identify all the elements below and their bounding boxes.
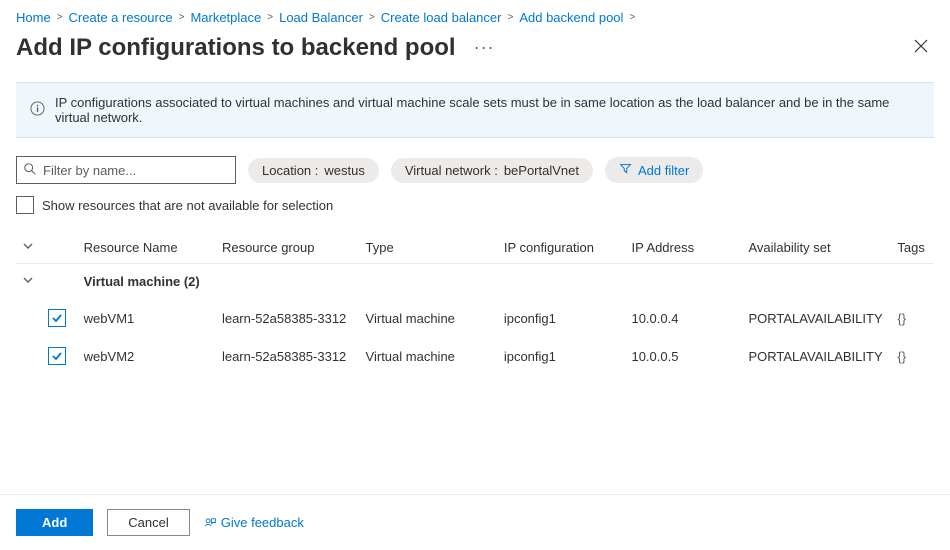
add-filter-button[interactable]: Add filter xyxy=(605,157,703,183)
more-menu-icon[interactable]: ··· xyxy=(466,37,503,58)
filter-search[interactable] xyxy=(16,156,236,184)
cell-name: webVM1 xyxy=(78,299,216,337)
filter-pill-location[interactable]: Location : westus xyxy=(248,158,379,183)
checkmark-icon xyxy=(51,312,63,324)
col-header-ipconfig[interactable]: IP configuration xyxy=(498,232,626,264)
chevron-right-icon: > xyxy=(179,12,185,23)
chevron-right-icon: > xyxy=(267,12,273,23)
col-header-name[interactable]: Resource Name xyxy=(78,232,216,264)
search-icon xyxy=(23,162,37,179)
info-text: IP configurations associated to virtual … xyxy=(55,95,920,125)
col-header-availset[interactable]: Availability set xyxy=(742,232,891,264)
breadcrumb: Home > Create a resource > Marketplace > Lo… xyxy=(0,0,950,29)
footer-bar: Add Cancel Give feedback xyxy=(0,494,950,550)
add-button[interactable]: Add xyxy=(16,509,93,536)
group-label: Virtual machine (2) xyxy=(78,264,934,300)
table-row[interactable]: webVM2 learn-52a58385-3312 Virtual machi… xyxy=(16,337,934,375)
breadcrumb-marketplace[interactable]: Marketplace xyxy=(190,10,261,25)
cell-ip: 10.0.0.5 xyxy=(625,337,742,375)
give-feedback-label: Give feedback xyxy=(221,515,304,530)
chevron-down-icon xyxy=(22,240,34,252)
breadcrumb-create-resource[interactable]: Create a resource xyxy=(69,10,173,25)
cell-ip: 10.0.0.4 xyxy=(625,299,742,337)
give-feedback-link[interactable]: Give feedback xyxy=(204,515,304,530)
cell-availset: PORTALAVAILABILITY xyxy=(742,337,891,375)
checkmark-icon xyxy=(51,350,63,362)
breadcrumb-load-balancer[interactable]: Load Balancer xyxy=(279,10,363,25)
info-icon xyxy=(30,101,45,119)
cell-rg: learn-52a58385-3312 xyxy=(216,299,360,337)
close-button[interactable] xyxy=(908,33,934,62)
filter-vnet-value: bePortalVnet xyxy=(504,163,579,178)
filter-pill-vnet[interactable]: Virtual network : bePortalVnet xyxy=(391,158,593,183)
col-header-rg[interactable]: Resource group xyxy=(216,232,360,264)
group-toggle[interactable] xyxy=(22,274,34,286)
cell-availset: PORTALAVAILABILITY xyxy=(742,299,891,337)
close-icon xyxy=(914,39,928,53)
breadcrumb-home[interactable]: Home xyxy=(16,10,51,25)
breadcrumb-create-lb[interactable]: Create load balancer xyxy=(381,10,502,25)
cell-rg: learn-52a58385-3312 xyxy=(216,337,360,375)
col-header-tags[interactable]: Tags xyxy=(891,232,934,264)
cell-type: Virtual machine xyxy=(360,337,498,375)
table-row[interactable]: webVM1 learn-52a58385-3312 Virtual machi… xyxy=(16,299,934,337)
cancel-button[interactable]: Cancel xyxy=(107,509,189,536)
group-row-vm[interactable]: Virtual machine (2) xyxy=(16,264,934,300)
expand-all-toggle[interactable] xyxy=(22,240,34,252)
page-title: Add IP configurations to backend pool xyxy=(16,34,456,62)
col-header-type[interactable]: Type xyxy=(360,232,498,264)
cell-name: webVM2 xyxy=(78,337,216,375)
filter-location-label: Location : xyxy=(262,163,318,178)
filter-vnet-label: Virtual network : xyxy=(405,163,498,178)
filter-search-input[interactable] xyxy=(43,163,229,178)
col-header-ip[interactable]: IP Address xyxy=(625,232,742,264)
breadcrumb-add-backend-pool[interactable]: Add backend pool xyxy=(519,10,623,25)
chevron-right-icon: > xyxy=(57,12,63,23)
feedback-icon xyxy=(204,516,217,529)
row-checkbox[interactable] xyxy=(48,309,66,327)
cell-ipconfig: ipconfig1 xyxy=(498,337,626,375)
cell-tags: {} xyxy=(891,337,934,375)
filter-location-value: westus xyxy=(324,163,364,178)
chevron-right-icon: > xyxy=(629,12,635,23)
chevron-right-icon: > xyxy=(507,12,513,23)
add-filter-label: Add filter xyxy=(638,163,689,178)
show-unavailable-label: Show resources that are not available fo… xyxy=(42,198,333,213)
show-unavailable-checkbox[interactable] xyxy=(16,196,34,214)
chevron-right-icon: > xyxy=(369,12,375,23)
cell-ipconfig: ipconfig1 xyxy=(498,299,626,337)
chevron-down-icon xyxy=(22,274,34,286)
cell-tags: {} xyxy=(891,299,934,337)
resource-table: Resource Name Resource group Type IP con… xyxy=(16,232,934,375)
filter-icon xyxy=(619,162,632,178)
row-checkbox[interactable] xyxy=(48,347,66,365)
cell-type: Virtual machine xyxy=(360,299,498,337)
info-banner: IP configurations associated to virtual … xyxy=(16,82,934,138)
